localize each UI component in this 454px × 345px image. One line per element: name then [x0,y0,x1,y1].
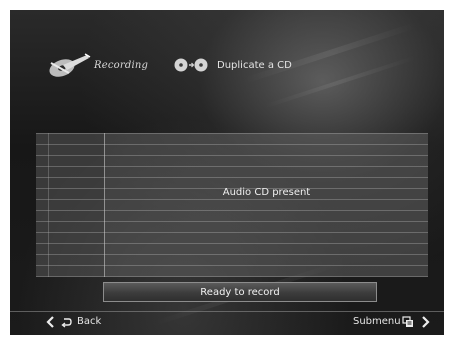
chevron-right-icon [422,316,430,328]
disc-status-message: Audio CD present [222,187,311,198]
panel-column-divider [48,133,49,277]
recording-cd-icon [49,53,91,77]
panel-row-line [36,144,428,145]
panel-row-line [36,243,428,244]
panel-row-line [36,177,428,178]
back-label: Back [77,316,102,327]
submenu-button[interactable]: Submenu [353,315,438,331]
panel-row-line [36,221,428,222]
panel-row-line [36,199,428,200]
panel-column-divider [104,133,105,277]
section-label: Recording [94,60,149,71]
status-bar: Ready to record [103,282,377,302]
panel-row-line [36,210,428,211]
disc-info-panel: Audio CD present [36,133,428,277]
status-text: Ready to record [200,287,280,298]
panel-row-line [36,155,428,156]
panel-row-line [36,232,428,233]
cd-to-cd-icon [174,58,208,72]
chevron-left-icon [46,316,54,328]
panel-row-line [36,265,428,266]
back-button[interactable]: Back [46,315,126,331]
header: Recording Duplicate a CD [47,51,367,81]
submenu-icon [402,316,413,327]
submenu-label: Submenu [353,316,401,327]
panel-row-line [36,276,428,277]
screen: Recording Duplicate a CD Audio CD presen… [0,0,454,345]
return-arrow-icon [61,318,72,328]
task-label: Duplicate a CD [217,60,292,71]
panel-row-line [36,133,428,134]
panel-row-line [36,166,428,167]
recorder-window: Recording Duplicate a CD Audio CD presen… [10,10,444,335]
panel-row-line [36,254,428,255]
footer-divider [10,311,444,312]
